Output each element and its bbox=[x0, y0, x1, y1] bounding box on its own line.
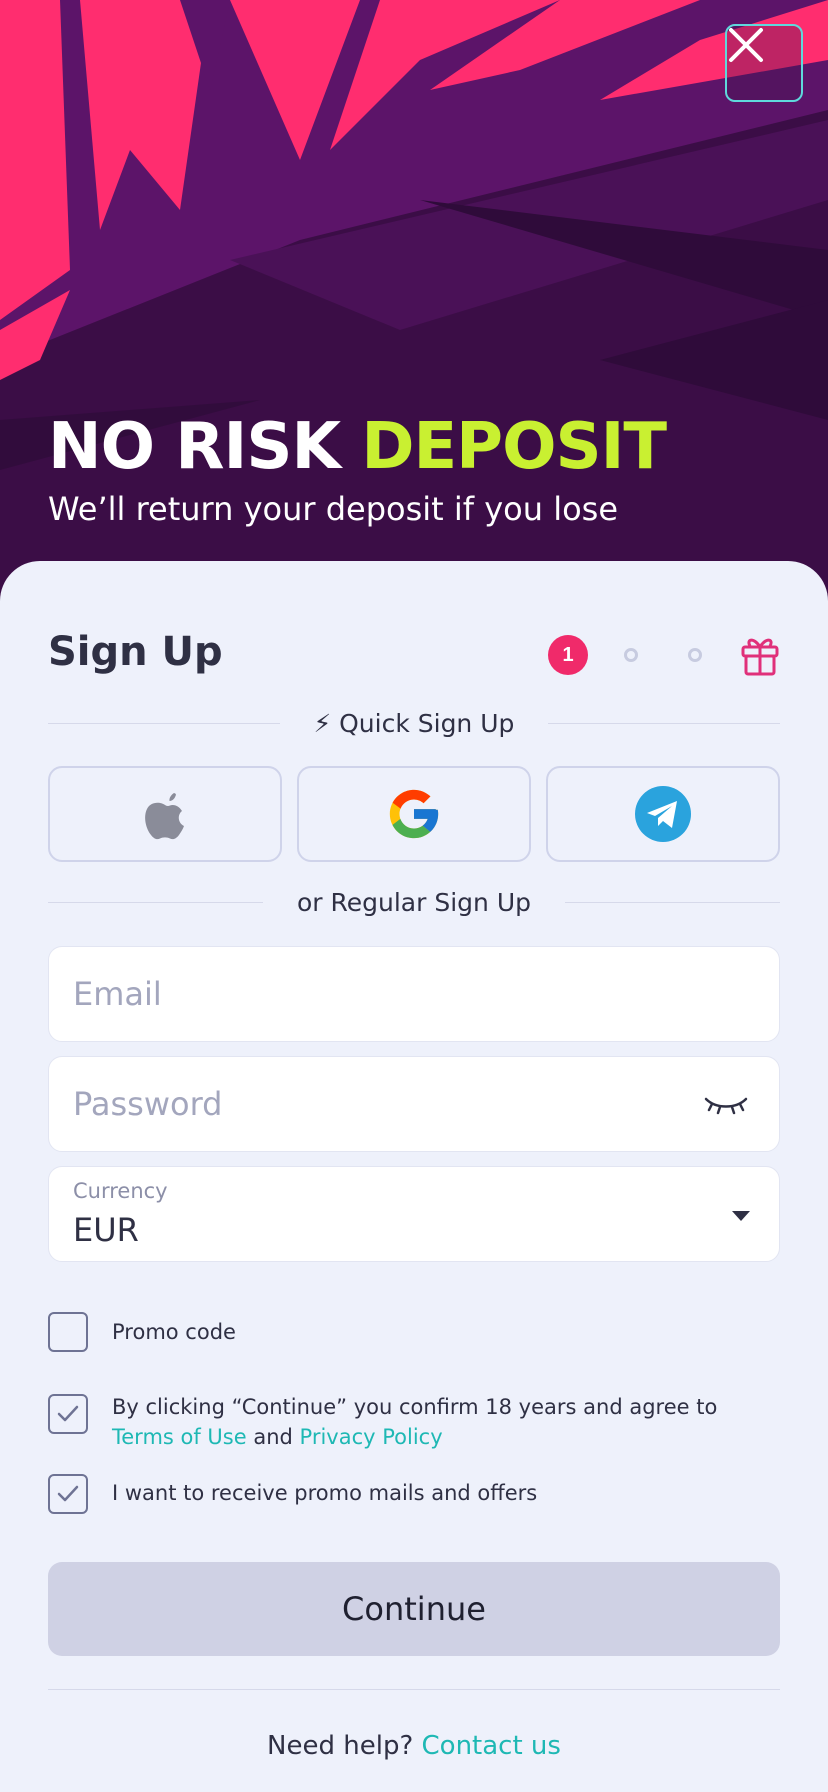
checkmark-icon bbox=[57, 1405, 79, 1422]
close-icon bbox=[729, 28, 763, 62]
hero-subtitle: We’ll return your deposit if you lose bbox=[48, 490, 619, 528]
currency-select[interactable]: Currency EUR bbox=[48, 1166, 780, 1262]
eye-closed-icon[interactable] bbox=[704, 1093, 748, 1117]
step-indicator-3 bbox=[688, 648, 702, 662]
continue-button[interactable]: Continue bbox=[48, 1562, 780, 1656]
quick-signup-divider: ⚡ Quick Sign Up bbox=[48, 707, 780, 739]
apple-signup-button[interactable] bbox=[48, 766, 282, 862]
step-indicator-2 bbox=[624, 648, 638, 662]
promo-code-label[interactable]: Promo code bbox=[112, 1317, 236, 1347]
hero-title-main: NO RISK bbox=[48, 410, 362, 484]
quick-signup-label: ⚡ Quick Sign Up bbox=[313, 708, 515, 738]
regular-signup-label: or Regular Sign Up bbox=[297, 887, 531, 917]
checkmark-icon bbox=[57, 1485, 79, 1502]
step-indicator-current: 1 bbox=[548, 635, 588, 675]
telegram-signup-button[interactable] bbox=[546, 766, 780, 862]
email-field[interactable] bbox=[48, 946, 780, 1042]
apple-icon bbox=[145, 793, 184, 840]
email-input[interactable] bbox=[73, 947, 693, 1041]
help-row: Need help? Contact us bbox=[0, 1731, 828, 1761]
signup-panel: Sign Up 1 ⚡ Quick Sign Up or Regular Sig… bbox=[0, 561, 828, 1792]
terms-checkbox[interactable] bbox=[48, 1394, 88, 1434]
privacy-policy-link[interactable]: Privacy Policy bbox=[300, 1425, 443, 1449]
page-title: Sign Up bbox=[48, 629, 223, 675]
terms-middle: and bbox=[246, 1425, 300, 1449]
chevron-down-icon bbox=[732, 1211, 750, 1221]
close-button[interactable] bbox=[725, 24, 803, 102]
help-text: Need help? bbox=[267, 1731, 422, 1761]
hero-title-accent: DEPOSIT bbox=[361, 410, 667, 484]
promo-mails-checkbox[interactable] bbox=[48, 1474, 88, 1514]
divider bbox=[48, 1689, 780, 1690]
terms-text: By clicking “Continue” you confirm 18 ye… bbox=[112, 1392, 780, 1452]
terms-of-use-link[interactable]: Terms of Use bbox=[112, 1425, 247, 1449]
terms-prefix: By clicking “Continue” you confirm 18 ye… bbox=[112, 1395, 718, 1419]
google-signup-button[interactable] bbox=[297, 766, 531, 862]
currency-value: EUR bbox=[73, 1211, 139, 1249]
password-input[interactable] bbox=[73, 1057, 693, 1151]
google-icon bbox=[389, 789, 439, 839]
regular-signup-divider: or Regular Sign Up bbox=[48, 886, 780, 918]
hero-title: NO RISK DEPOSIT bbox=[48, 410, 667, 484]
password-field[interactable] bbox=[48, 1056, 780, 1152]
contact-us-link[interactable]: Contact us bbox=[422, 1731, 561, 1761]
currency-label: Currency bbox=[73, 1179, 168, 1203]
promo-mails-label[interactable]: I want to receive promo mails and offers bbox=[112, 1478, 537, 1508]
gift-icon bbox=[741, 638, 779, 676]
telegram-icon bbox=[635, 786, 691, 842]
promo-code-checkbox[interactable] bbox=[48, 1312, 88, 1352]
promo-banner: NO RISK DEPOSIT We’ll return your deposi… bbox=[0, 0, 828, 600]
